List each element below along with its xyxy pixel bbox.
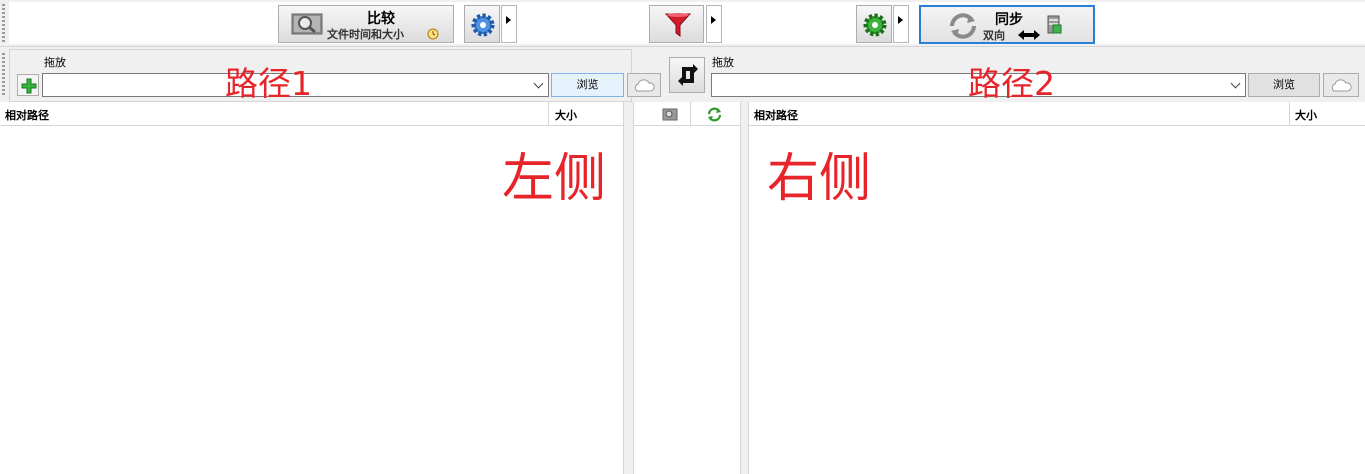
middle-col-separator[interactable]	[690, 102, 691, 126]
main-toolbar: 比较 文件时间和大小 同步 双向	[0, 0, 1365, 46]
right-col-relative-path[interactable]: 相对路径	[754, 107, 798, 123]
compare-category-icon[interactable]	[662, 108, 678, 121]
left-splitter[interactable]	[623, 102, 634, 474]
right-col-separator[interactable]	[1289, 102, 1290, 126]
compare-magnifier-icon	[291, 13, 323, 35]
sync-arrows-icon	[950, 13, 976, 39]
left-grid-header: 相对路径 大小	[0, 102, 623, 126]
compare-settings-button[interactable]	[464, 5, 500, 43]
green-gear-icon	[863, 13, 887, 37]
swap-sides-button[interactable]	[669, 57, 705, 93]
left-file-grid[interactable]: 相对路径 大小 左侧	[0, 102, 623, 474]
left-side-annotation: 左侧	[502, 149, 607, 209]
right-grid-header: 相对路径 大小	[749, 102, 1365, 126]
sync-dropdown-arrow[interactable]	[893, 5, 909, 43]
left-browse-button[interactable]: 浏览	[551, 73, 624, 97]
middle-grid-header	[634, 102, 740, 126]
left-col-size[interactable]: 大小	[555, 107, 577, 123]
right-splitter[interactable]	[740, 102, 749, 474]
compare-title: 比较	[367, 11, 395, 27]
left-path-annotation: 路径1	[225, 64, 312, 103]
right-drop-label: 拖放	[712, 56, 734, 69]
plus-icon	[21, 78, 37, 94]
left-col-separator[interactable]	[548, 102, 549, 126]
toolbar-grip[interactable]	[2, 4, 5, 42]
compare-button[interactable]: 比较 文件时间和大小	[278, 5, 454, 43]
right-file-grid[interactable]: 相对路径 大小 右侧	[749, 102, 1365, 474]
blue-gear-icon	[471, 13, 495, 37]
sync-settings-button[interactable]	[856, 5, 892, 43]
right-browse-button[interactable]: 浏览	[1248, 73, 1320, 97]
two-way-arrow-icon	[1018, 30, 1040, 40]
left-path-dropdown-icon[interactable]	[533, 78, 544, 89]
sync-button[interactable]: 同步 双向	[919, 5, 1095, 44]
left-col-relative-path[interactable]: 相对路径	[5, 107, 49, 123]
right-side-annotation: 右侧	[767, 149, 872, 209]
sync-title: 同步	[995, 12, 1023, 28]
swap-icon	[678, 64, 698, 86]
cloud-icon	[1331, 79, 1352, 92]
middle-action-grid[interactable]	[634, 102, 740, 474]
filter-button[interactable]	[649, 5, 704, 43]
folder-path-bar: 拖放 路径1 浏览 拖放 路径2 浏览	[0, 46, 1365, 103]
add-folder-pair-button[interactable]	[17, 74, 39, 96]
right-cloud-button[interactable]	[1323, 73, 1359, 97]
sync-action-icon[interactable]	[707, 107, 722, 122]
right-path-dropdown-icon[interactable]	[1230, 78, 1241, 89]
clock-icon	[427, 28, 439, 40]
compare-subtitle: 文件时间和大小	[327, 28, 404, 41]
compare-dropdown-arrow[interactable]	[501, 5, 517, 43]
filter-funnel-icon	[665, 13, 691, 37]
sync-subtitle: 双向	[983, 29, 1005, 42]
left-cloud-button[interactable]	[627, 73, 661, 97]
path-bar-grip[interactable]	[2, 53, 5, 95]
right-path-annotation: 路径2	[968, 64, 1055, 103]
database-icon	[1047, 15, 1062, 34]
cloud-icon	[634, 79, 655, 92]
right-col-size[interactable]: 大小	[1295, 107, 1317, 123]
filter-dropdown-arrow[interactable]	[706, 5, 722, 43]
left-drop-label: 拖放	[44, 56, 66, 69]
